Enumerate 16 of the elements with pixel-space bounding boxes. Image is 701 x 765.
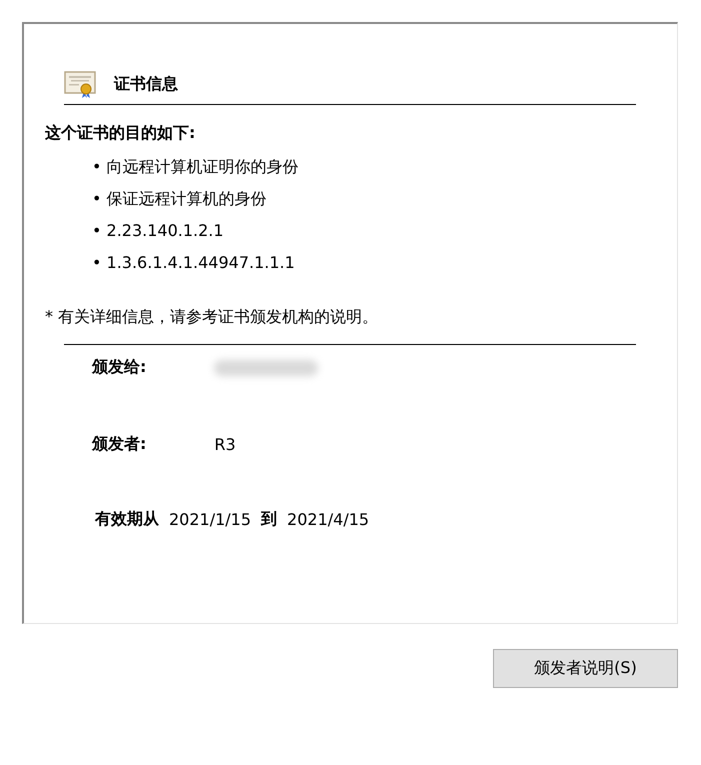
purpose-item: • 保证远程计算机的身份 [92,188,268,210]
purpose-item: • 向远程计算机证明你的身份 [92,156,300,178]
purpose-heading: 这个证书的目的如下: [45,123,196,144]
valid-from-date: 2021/1/15 [169,510,252,529]
certificate-icon [64,69,96,99]
valid-to-date: 2021/4/15 [287,510,370,529]
issuer-statement-button[interactable]: 颁发者说明(S) [493,649,678,688]
issued-to-label: 颁发给: [92,357,146,378]
issued-by-value: R3 [214,435,236,454]
valid-to-label: 到 [261,509,278,530]
purpose-item: • 2.23.140.1.2.1 [92,220,225,242]
info-note: * 有关详细信息，请参考证书颁发机构的说明。 [45,307,380,328]
issued-by-label: 颁发者: [92,434,146,455]
section-title: 证书信息 [114,74,178,94]
purpose-item: • 1.3.6.1.4.1.44947.1.1.1 [92,252,296,274]
valid-from-label: 有效期从 [95,509,159,530]
